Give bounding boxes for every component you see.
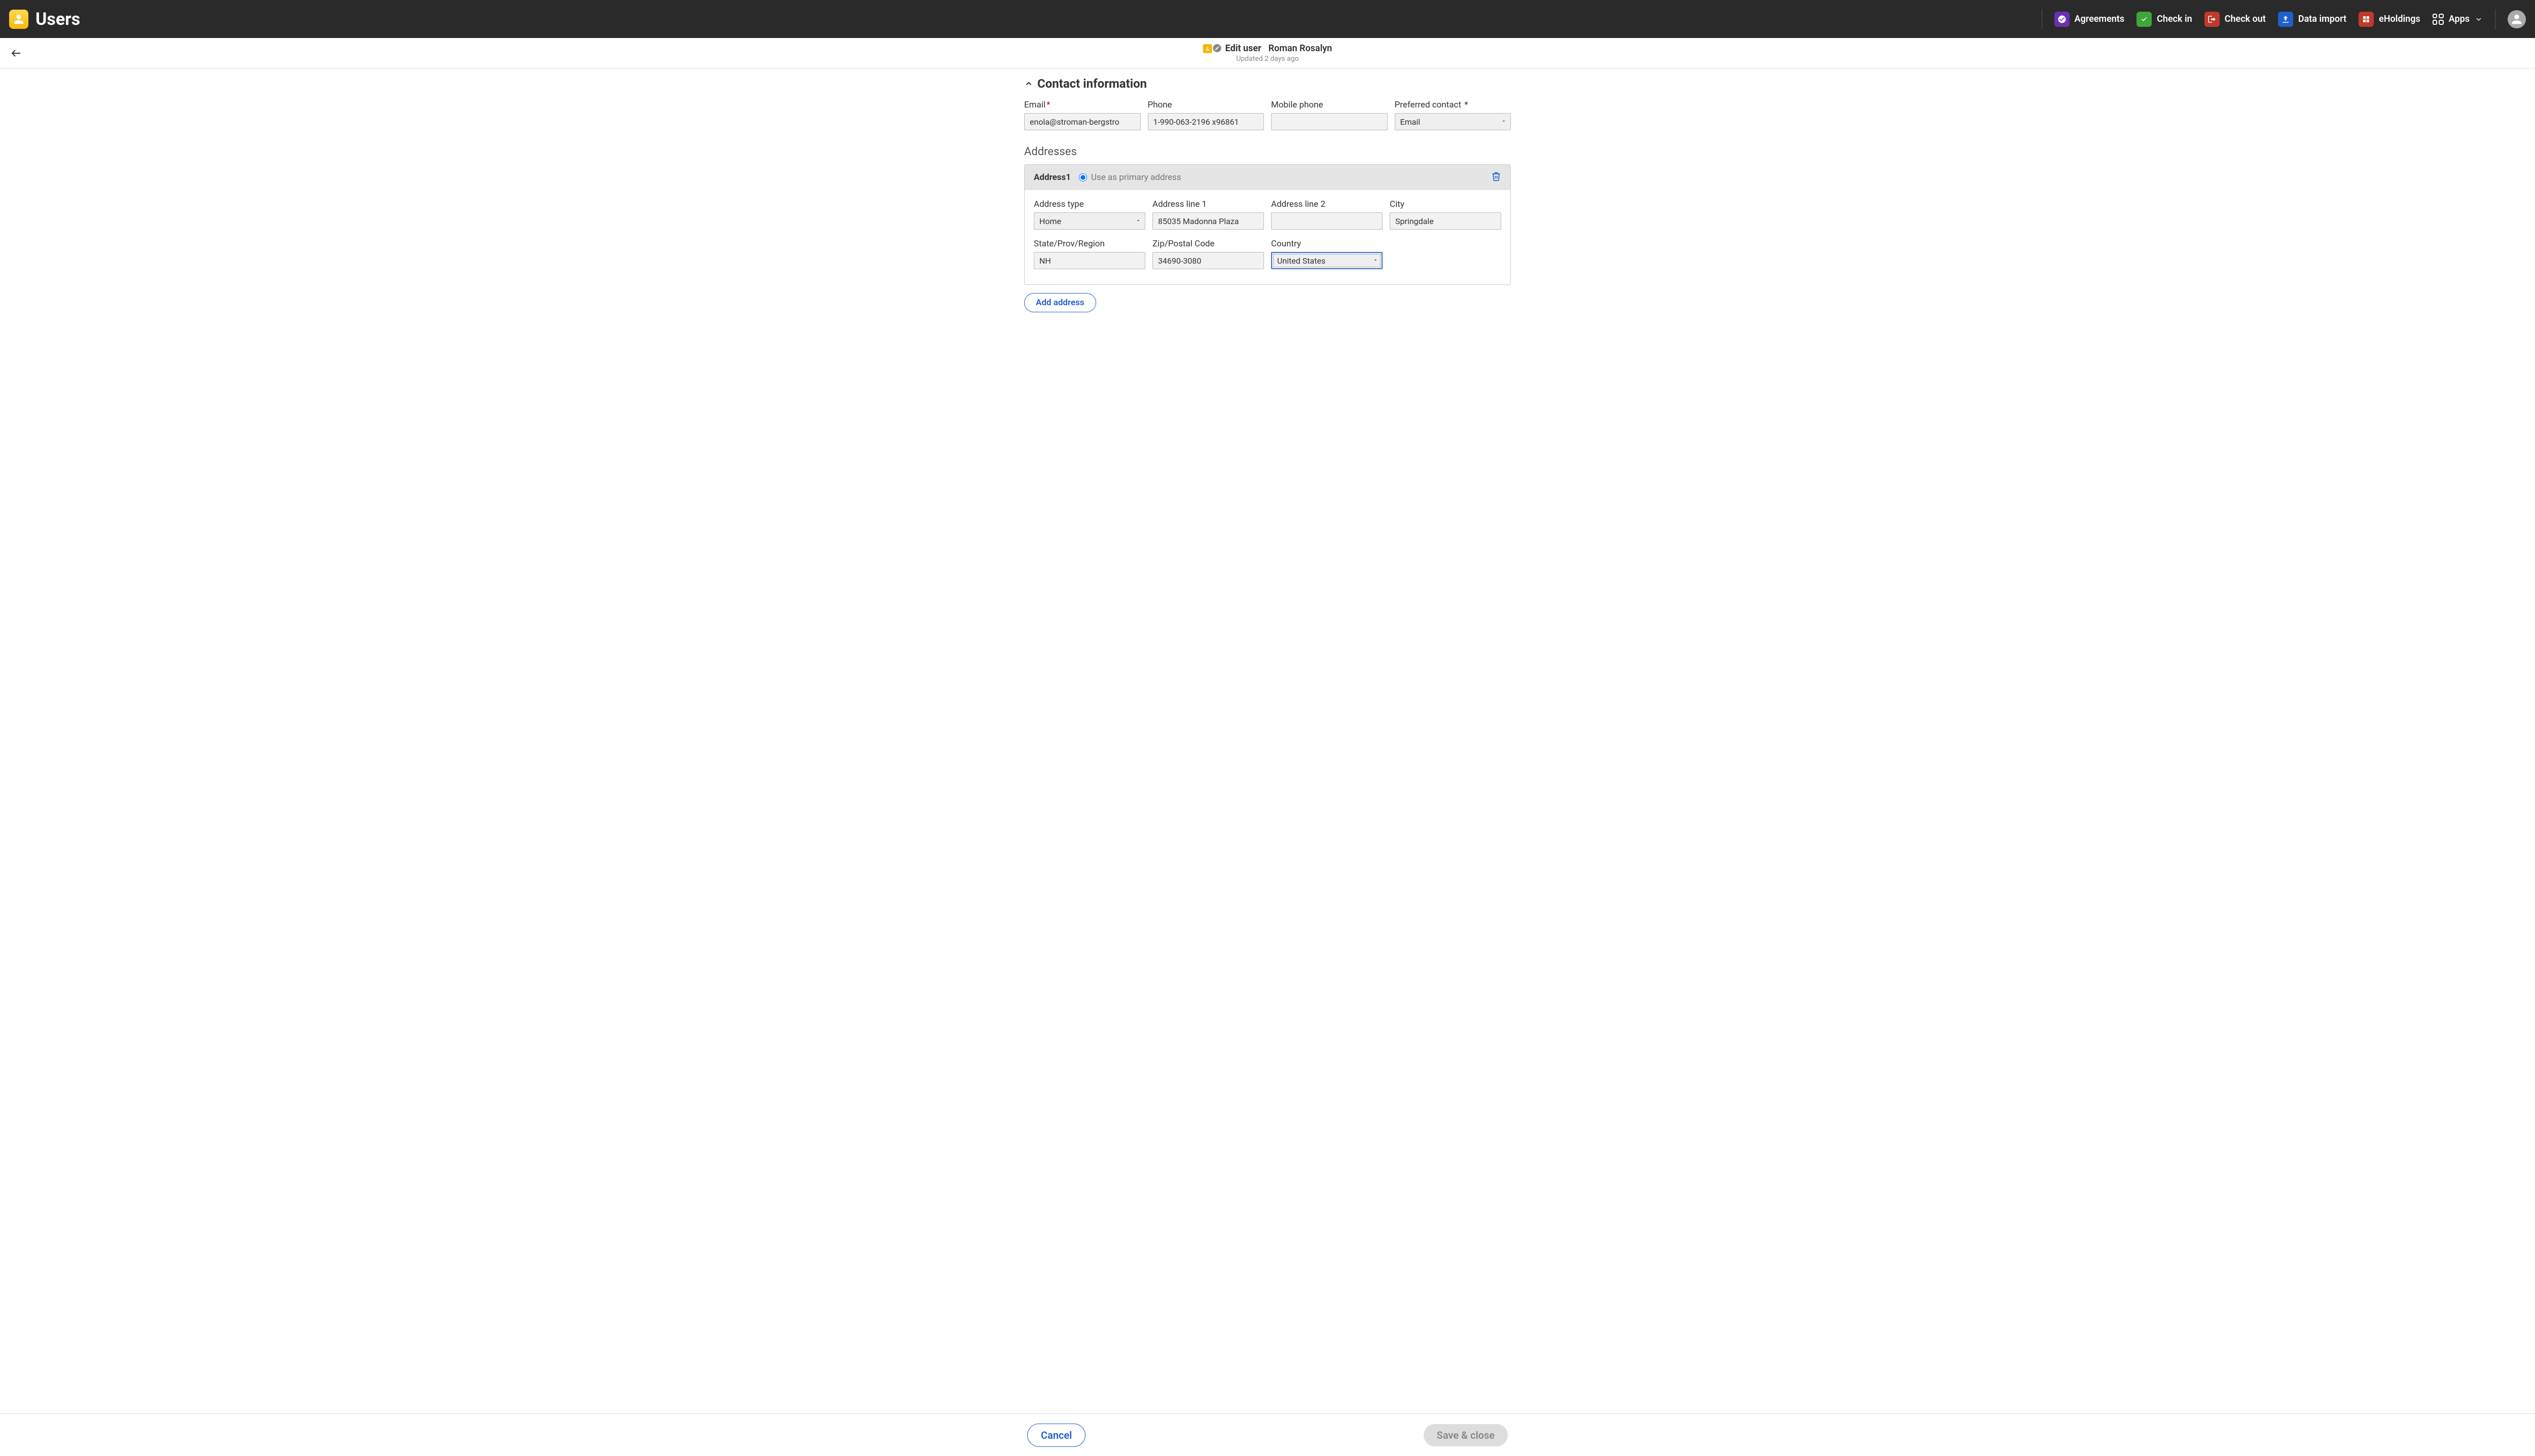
subheader-icons — [1203, 44, 1221, 53]
page-subheader: Edit user Roman Rosalyn Updated 2 days a… — [0, 38, 2535, 68]
top-nav-items: Agreements Check in Check out Data impor… — [2042, 9, 2526, 29]
mobile-label: Mobile phone — [1271, 100, 1388, 110]
form-content: Contact information Email* Phone Mobile … — [1024, 68, 1511, 373]
user-badge-icon — [1203, 44, 1212, 53]
nav-label: Agreements — [2075, 14, 2125, 24]
chevron-up-icon — [1024, 79, 1033, 88]
save-close-button: Save & close — [1424, 1424, 1508, 1446]
email-field[interactable] — [1024, 113, 1141, 130]
address-line1-field[interactable] — [1152, 212, 1264, 230]
country-label: Country — [1271, 239, 1383, 249]
profile-avatar[interactable] — [2508, 10, 2526, 28]
zip-label: Zip/Postal Code — [1152, 239, 1264, 249]
users-app-icon — [9, 10, 28, 29]
preferred-contact-select[interactable] — [1395, 113, 1511, 130]
address-line2-label: Address line 2 — [1271, 199, 1383, 209]
nav-label: Apps — [2449, 14, 2470, 24]
address-header: Address1 Use as primary address — [1025, 165, 1510, 190]
nav-label: Data import — [2298, 14, 2346, 24]
zip-field[interactable] — [1152, 252, 1264, 269]
preferred-contact-label: Preferred contact * — [1395, 100, 1511, 110]
trash-icon — [1491, 171, 1501, 182]
app-title: Users — [35, 9, 80, 29]
checkin-icon — [2136, 12, 2152, 27]
mobile-field[interactable] — [1271, 113, 1388, 130]
app-brand: Users — [9, 9, 80, 29]
nav-eholdings[interactable]: eHoldings — [2359, 12, 2420, 27]
address-line1-label: Address line 1 — [1152, 199, 1264, 209]
chevron-down-icon — [2475, 15, 2483, 23]
country-select[interactable] — [1271, 252, 1383, 269]
nav-agreements[interactable]: Agreements — [2054, 12, 2125, 27]
phone-field[interactable] — [1148, 113, 1264, 130]
address-type-select[interactable] — [1034, 212, 1145, 230]
checkout-icon — [2204, 12, 2220, 27]
nav-label: Check in — [2157, 14, 2192, 24]
state-label: State/Prov/Region — [1034, 239, 1145, 249]
subheader-edit-label: Edit user — [1225, 43, 1261, 54]
agreements-icon — [2054, 12, 2070, 27]
eholdings-icon — [2359, 12, 2374, 27]
back-button[interactable] — [10, 47, 22, 59]
nav-apps[interactable]: Apps — [2433, 14, 2483, 25]
cancel-button[interactable]: Cancel — [1027, 1424, 1085, 1447]
primary-address-radio[interactable]: Use as primary address — [1079, 172, 1181, 183]
address-line2-field[interactable] — [1271, 212, 1383, 230]
phone-label: Phone — [1148, 100, 1264, 110]
primary-address-radio-input[interactable] — [1079, 173, 1087, 181]
subheader-title-block: Edit user Roman Rosalyn Updated 2 days a… — [1203, 43, 1332, 63]
addresses-heading: Addresses — [1024, 145, 1511, 158]
add-address-button[interactable]: Add address — [1024, 293, 1096, 312]
nav-label: eHoldings — [2379, 14, 2420, 24]
state-field[interactable] — [1034, 252, 1145, 269]
nav-dataimport[interactable]: Data import — [2278, 12, 2346, 27]
top-nav-bar: Users Agreements Check in Check out Data… — [0, 0, 2535, 38]
nav-label: Check out — [2225, 14, 2266, 24]
delete-address-button[interactable] — [1491, 171, 1501, 184]
address-type-label: Address type — [1034, 199, 1145, 209]
address-block-1: Address1 Use as primary address Address … — [1024, 164, 1511, 285]
subheader-user-name: Roman Rosalyn — [1269, 43, 1332, 54]
city-field[interactable] — [1390, 212, 1501, 230]
edit-badge-icon — [1213, 44, 1221, 52]
nav-checkout[interactable]: Check out — [2204, 12, 2266, 27]
dataimport-icon — [2278, 12, 2293, 27]
updated-text: Updated 2 days ago — [1203, 55, 1332, 63]
section-toggle-contact[interactable]: Contact information — [1024, 77, 1511, 91]
nav-checkin[interactable]: Check in — [2136, 12, 2192, 27]
apps-grid-icon — [2433, 14, 2444, 25]
section-title: Contact information — [1037, 77, 1147, 91]
primary-address-label: Use as primary address — [1091, 172, 1181, 183]
address-name: Address1 — [1034, 172, 1071, 183]
footer-bar: Cancel Save & close — [0, 1413, 2535, 1456]
email-label: Email* — [1024, 100, 1141, 110]
city-label: City — [1390, 199, 1501, 209]
